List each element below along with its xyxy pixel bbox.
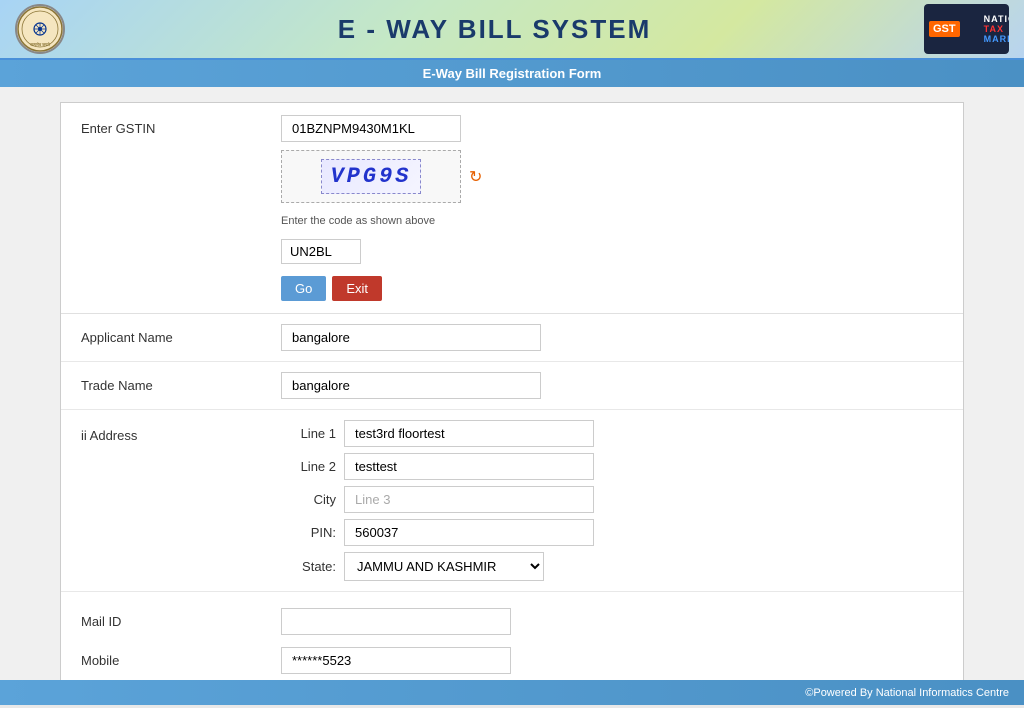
applicant-name-row: Applicant Name bbox=[61, 314, 963, 362]
state-select[interactable]: JAMMU AND KASHMIR DELHI MAHARASHTRA KARN… bbox=[344, 552, 544, 581]
gstin-label: Enter GSTIN bbox=[81, 115, 281, 136]
address-label: ii Address bbox=[81, 420, 281, 581]
address-line2-input[interactable] bbox=[344, 453, 594, 480]
gstin-input-group: VPG9S ↻ Enter the code as shown above Go… bbox=[281, 115, 482, 301]
contact-section: Mail ID Mobile bbox=[61, 592, 963, 680]
footer-text: ©Powered By National Informatics Centre bbox=[805, 687, 1009, 699]
captcha-image: VPG9S bbox=[281, 150, 461, 203]
address-line1-row: Line 1 bbox=[281, 420, 594, 447]
mobile-row: Mobile bbox=[81, 641, 943, 680]
ntm-text: NATION TAX MARKET bbox=[984, 14, 1009, 44]
captcha-input[interactable] bbox=[281, 239, 361, 264]
govt-logo: सत्यमेव जयते bbox=[15, 4, 65, 54]
address-fields: Line 1 Line 2 City PIN: State: bbox=[281, 420, 594, 581]
nation-tax-market-logo: GST NATION TAX MARKET bbox=[924, 4, 1009, 54]
city-label: City bbox=[281, 492, 336, 507]
svg-text:सत्यमेव जयते: सत्यमेव जयते bbox=[29, 42, 50, 47]
registration-form: Enter GSTIN VPG9S ↻ Enter the code as sh… bbox=[60, 102, 964, 680]
mail-id-label: Mail ID bbox=[81, 614, 281, 629]
exit-button[interactable]: Exit bbox=[332, 276, 382, 301]
pin-label: PIN: bbox=[281, 525, 336, 540]
mail-id-row: Mail ID bbox=[81, 602, 943, 641]
app-title: E - WAY BILL SYSTEM bbox=[65, 14, 924, 45]
trade-name-row: Trade Name bbox=[61, 362, 963, 410]
gstin-section: Enter GSTIN VPG9S ↻ Enter the code as sh… bbox=[61, 103, 963, 314]
mobile-input[interactable] bbox=[281, 647, 511, 674]
address-city-row: City bbox=[281, 486, 594, 513]
address-pin-row: PIN: bbox=[281, 519, 594, 546]
refresh-captcha-icon[interactable]: ↻ bbox=[469, 167, 482, 187]
sub-header: E-Way Bill Registration Form bbox=[0, 60, 1024, 87]
line1-label: Line 1 bbox=[281, 426, 336, 441]
page-footer: ©Powered By National Informatics Centre bbox=[0, 680, 1024, 705]
sub-header-title: E-Way Bill Registration Form bbox=[423, 66, 602, 81]
trade-name-input[interactable] bbox=[281, 372, 541, 399]
line2-label: Line 2 bbox=[281, 459, 336, 474]
state-label: State: bbox=[281, 559, 336, 574]
gst-badge: GST bbox=[929, 21, 960, 37]
captcha-hint: Enter the code as shown above bbox=[281, 215, 482, 227]
gstin-input[interactable] bbox=[281, 115, 461, 142]
applicant-name-label: Applicant Name bbox=[81, 330, 281, 345]
address-section: ii Address Line 1 Line 2 City PIN: bbox=[61, 410, 963, 592]
main-content: Enter GSTIN VPG9S ↻ Enter the code as sh… bbox=[0, 87, 1024, 680]
mail-id-input[interactable] bbox=[281, 608, 511, 635]
captcha-code: VPG9S bbox=[321, 159, 420, 194]
address-pin-input[interactable] bbox=[344, 519, 594, 546]
address-line2-row: Line 2 bbox=[281, 453, 594, 480]
address-city-input[interactable] bbox=[344, 486, 594, 513]
page-header: सत्यमेव जयते E - WAY BILL SYSTEM GST NAT… bbox=[0, 0, 1024, 60]
address-line1-input[interactable] bbox=[344, 420, 594, 447]
address-state-row: State: JAMMU AND KASHMIR DELHI MAHARASHT… bbox=[281, 552, 594, 581]
trade-name-label: Trade Name bbox=[81, 378, 281, 393]
action-buttons: Go Exit bbox=[281, 276, 482, 301]
go-button[interactable]: Go bbox=[281, 276, 326, 301]
mobile-label: Mobile bbox=[81, 653, 281, 668]
captcha-row: VPG9S ↻ bbox=[281, 150, 482, 203]
applicant-name-input[interactable] bbox=[281, 324, 541, 351]
